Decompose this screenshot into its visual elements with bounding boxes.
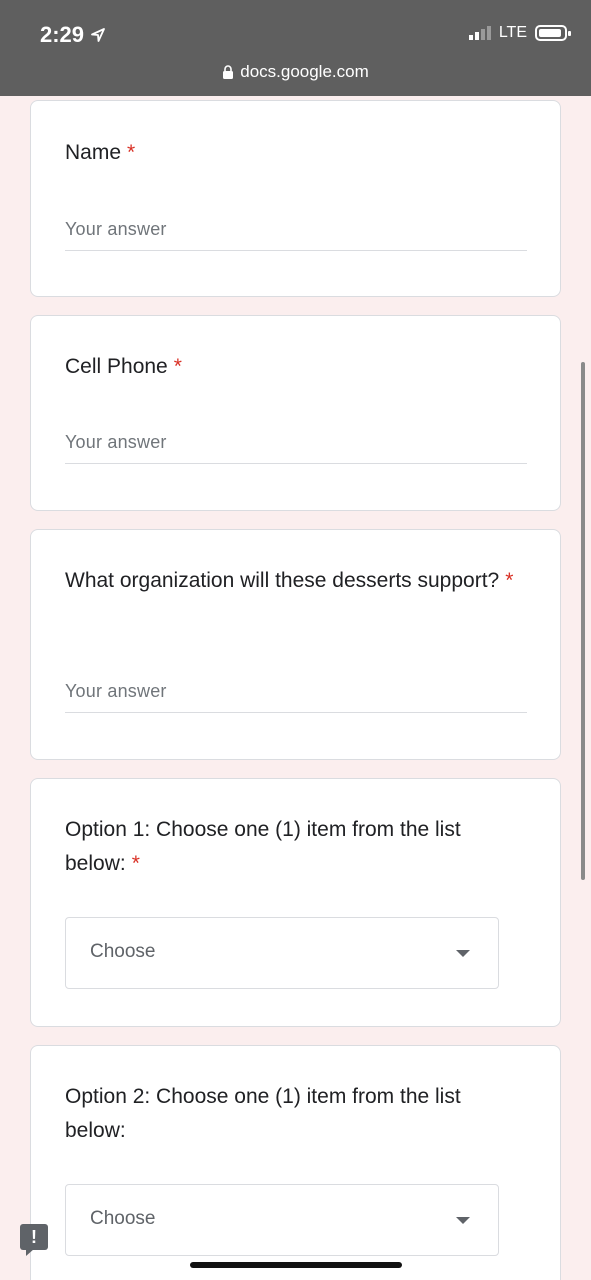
status-time: 2:29 <box>40 22 106 48</box>
question-card-option-1: Option 1: Choose one (1) item from the l… <box>30 778 561 1027</box>
question-card-organization: What organization will these desserts su… <box>30 529 561 760</box>
required-asterisk: * <box>505 569 514 592</box>
question-title: What organization will these desserts su… <box>65 569 514 592</box>
question-title: Cell Phone * <box>65 355 182 378</box>
url-bar[interactable]: docs.google.com <box>0 62 591 82</box>
option-2-dropdown[interactable]: Choose <box>65 1184 499 1256</box>
dropdown-caret-icon <box>456 950 470 957</box>
question-title: Option 2: Choose one (1) item from the l… <box>65 1085 461 1142</box>
dropdown-caret-icon <box>456 1217 470 1224</box>
name-input[interactable]: Your answer <box>65 211 527 251</box>
cell-phone-input[interactable]: Your answer <box>65 424 527 464</box>
dropdown-value: Choose <box>90 941 156 962</box>
browser-top-bar: 2:29 LTE docs.google.com <box>0 0 591 96</box>
status-indicators: LTE <box>468 24 571 42</box>
battery-icon <box>535 25 571 41</box>
dropdown-value: Choose <box>90 1208 156 1229</box>
required-asterisk: * <box>127 141 136 164</box>
signal-icon <box>468 26 491 40</box>
page-scrollbar[interactable] <box>581 362 585 880</box>
question-title: Option 1: Choose one (1) item from the l… <box>65 818 461 875</box>
required-asterisk: * <box>131 852 140 875</box>
question-card-option-2: Option 2: Choose one (1) item from the l… <box>30 1045 561 1280</box>
organization-input[interactable]: Your answer <box>65 673 527 713</box>
feedback-icon[interactable]: ! <box>20 1224 48 1256</box>
network-label: LTE <box>498 24 527 41</box>
question-card-cell-phone: Cell Phone * Your answer <box>30 315 561 511</box>
url-text: docs.google.com <box>240 62 369 81</box>
question-title: Name * <box>65 141 136 164</box>
home-indicator[interactable] <box>190 1262 402 1268</box>
question-card-name: Name * Your answer <box>30 100 561 297</box>
option-1-dropdown[interactable]: Choose <box>65 917 499 989</box>
location-arrow-icon <box>91 28 105 42</box>
lock-icon <box>223 65 234 79</box>
required-asterisk: * <box>173 355 182 378</box>
